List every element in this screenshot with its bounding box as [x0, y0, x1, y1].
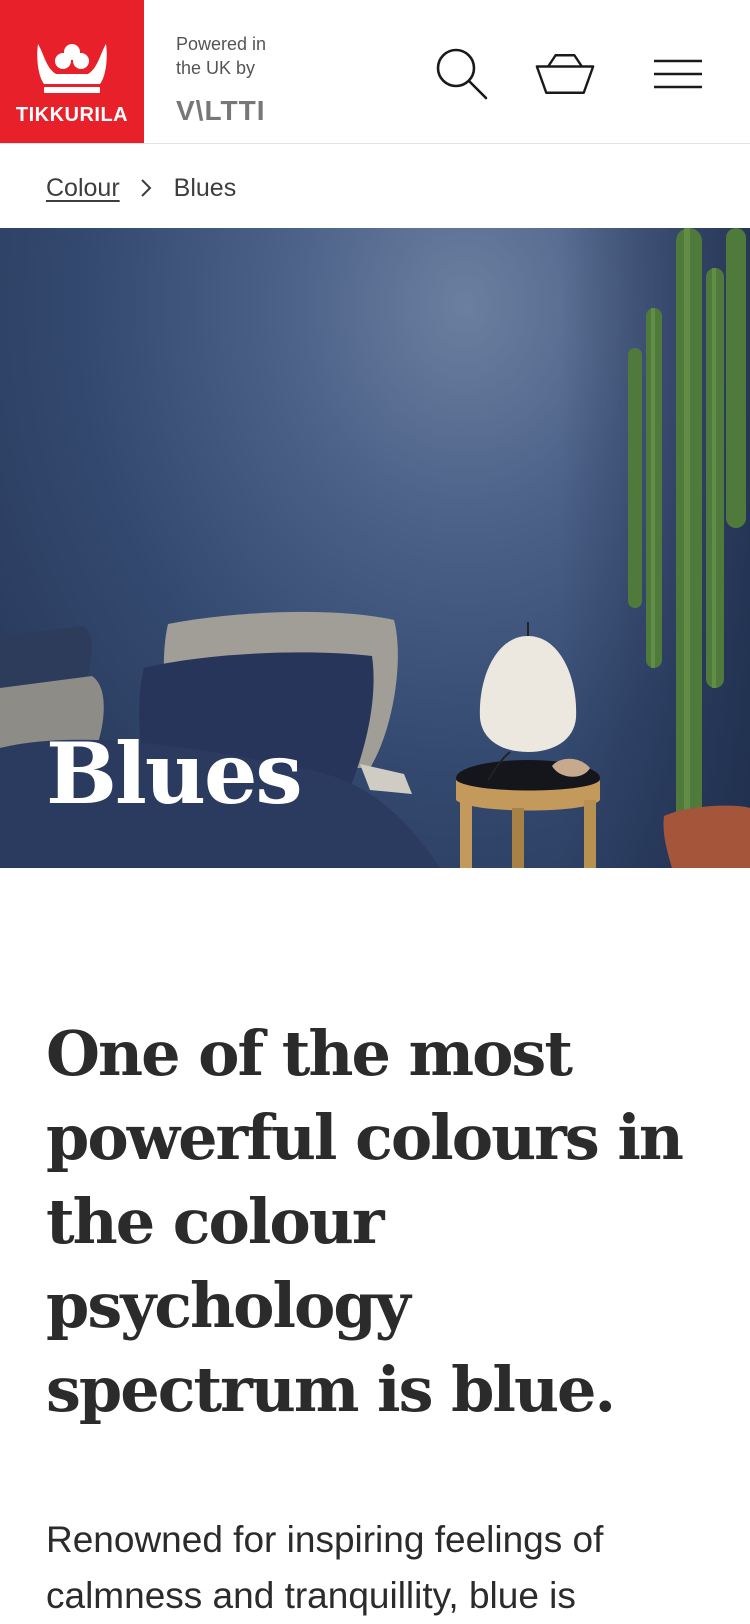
hero-title: Blues: [46, 724, 303, 823]
valtti-logo[interactable]: V\LTTI: [176, 96, 265, 126]
basket-button[interactable]: [535, 44, 595, 104]
logo-text: TIKKURILA: [15, 104, 129, 126]
breadcrumb-current: Blues: [173, 173, 237, 202]
basket-icon: [535, 54, 595, 94]
tikkurila-logo[interactable]: TIKKURILA: [0, 0, 144, 143]
intro-paragraph: Renowned for inspiring feelings of calmn…: [46, 1519, 604, 1616]
breadcrumb: Colour Blues: [46, 168, 236, 208]
hero-banner: Blues: [0, 228, 750, 868]
search-icon: [436, 48, 488, 100]
site-header: TIKKURILA Powered in the UK by V\LTTI: [0, 0, 750, 144]
chevron-right-icon: [140, 178, 152, 198]
menu-button[interactable]: [648, 44, 708, 104]
powered-by-text: Powered in the UK by: [176, 34, 267, 78]
crown-icon: [37, 44, 107, 93]
search-button[interactable]: [432, 44, 492, 104]
intro-headline: One of the most powerful colours in the …: [46, 1017, 684, 1426]
breadcrumb-link-colour[interactable]: Colour: [46, 174, 120, 203]
hamburger-menu-icon: [654, 59, 702, 89]
